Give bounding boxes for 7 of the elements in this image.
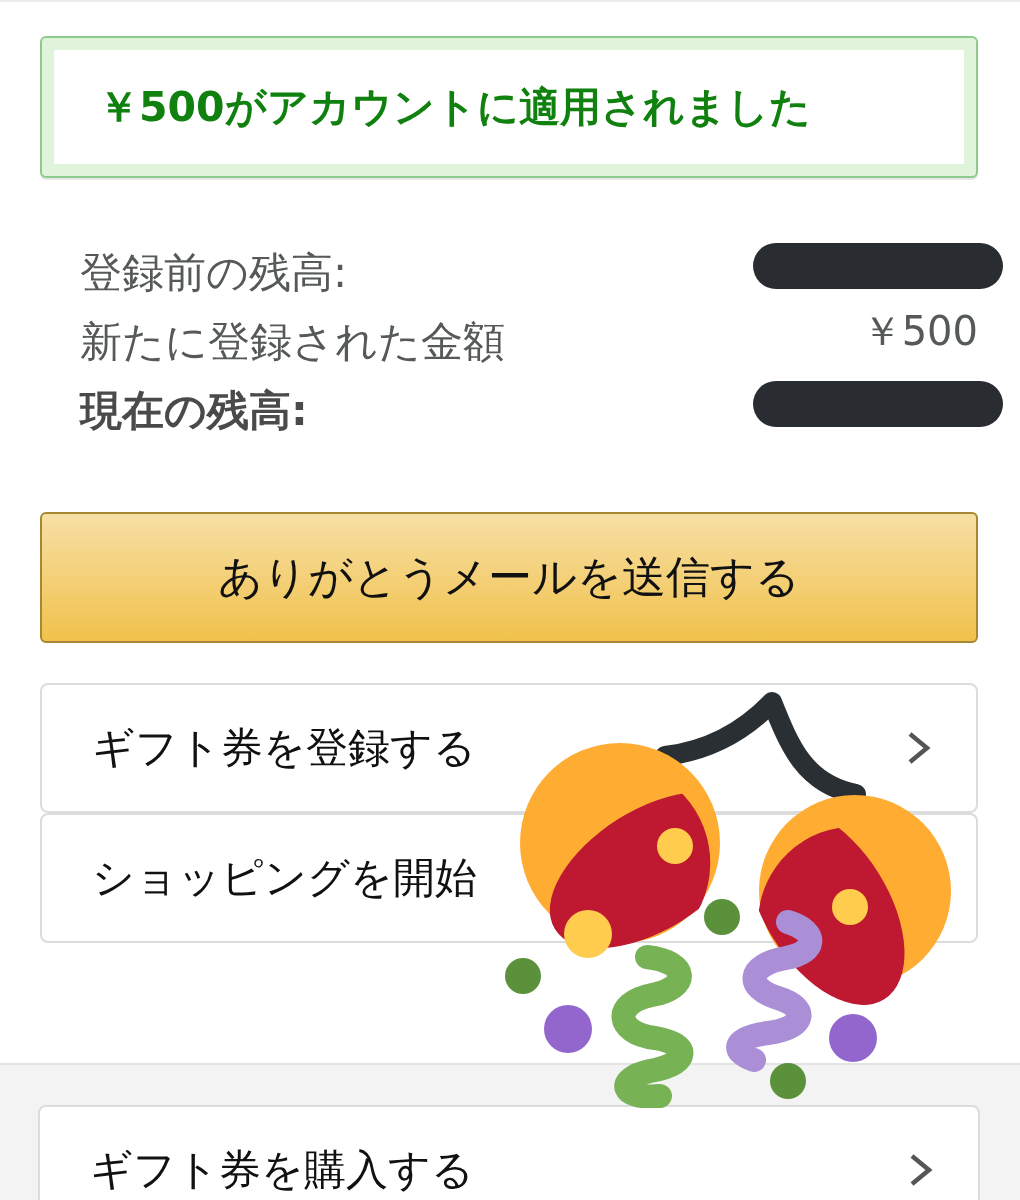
menu-link[interactable]: ギフト券を購入する xyxy=(38,1105,980,1200)
balance-value: ￥500 xyxy=(861,307,978,356)
balance-label: 登録前の残高: xyxy=(80,246,348,299)
alert-message: ￥500がアカウントに適用されました xyxy=(54,50,964,164)
balance-label: 現在の残高: xyxy=(80,384,308,437)
balance-label: 新たに登録された金額 xyxy=(80,315,505,368)
send-thanks-button[interactable]: ありがとうメールを送信する xyxy=(40,512,978,643)
